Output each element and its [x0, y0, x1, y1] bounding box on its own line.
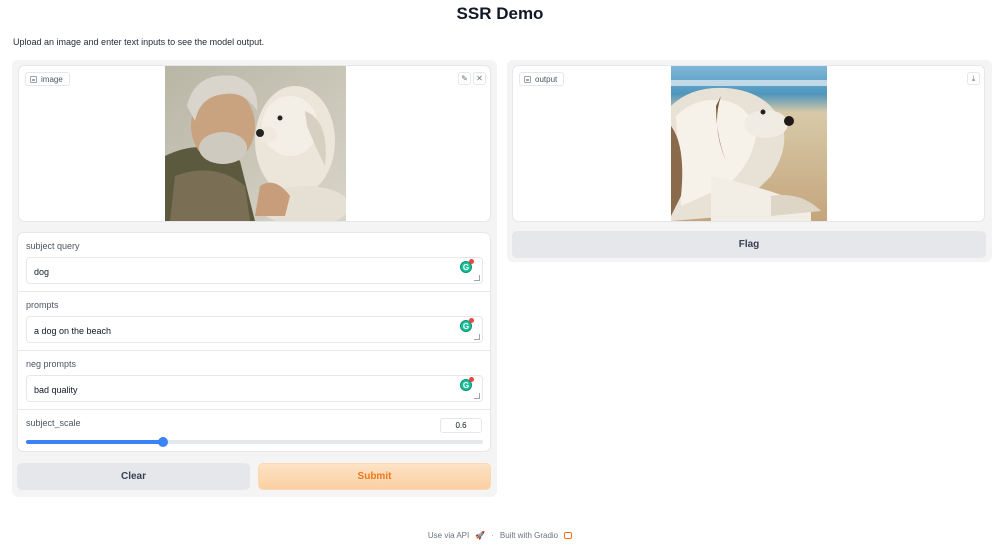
- prompts-value: a dog on the beach: [34, 326, 112, 336]
- input-image: [165, 66, 346, 221]
- subject-query-value: dog: [34, 267, 50, 277]
- subject-scale-slider-fill: [26, 440, 164, 444]
- image-icon: [524, 75, 531, 83]
- prompts-input[interactable]: a dog on the beach G: [26, 316, 483, 343]
- flag-button[interactable]: Flag: [512, 231, 986, 258]
- subject-query-label: subject query: [26, 241, 80, 251]
- grammarly-icon[interactable]: G: [460, 377, 474, 391]
- download-icon: ⤓: [971, 73, 976, 83]
- neg-prompts-value: bad quality: [34, 385, 78, 395]
- output-image-label-chip: output: [519, 72, 565, 86]
- footer: Use via API 🚀 · Built with Gradio: [0, 531, 1000, 540]
- neg-prompts-input[interactable]: bad quality G: [26, 375, 483, 402]
- resize-handle-icon[interactable]: [474, 334, 480, 340]
- subject-query-input[interactable]: dog G: [26, 257, 483, 284]
- rocket-icon: 🚀: [475, 531, 486, 540]
- image-icon: [30, 75, 37, 83]
- page-title: SSR Demo: [456, 4, 544, 23]
- subject-scale-label: subject_scale: [26, 418, 81, 428]
- use-via-api-link[interactable]: Use via API: [428, 531, 469, 540]
- grammarly-icon[interactable]: G: [460, 259, 474, 273]
- subject-scale-slider-thumb[interactable]: [158, 437, 169, 447]
- clear-button[interactable]: Clear: [17, 463, 250, 490]
- download-button[interactable]: ⤓: [967, 72, 980, 85]
- prompts-field: prompts a dog on the beach G: [18, 292, 490, 351]
- page-description: Upload an image and enter text inputs to…: [13, 37, 265, 47]
- subject-scale-field: subject_scale 0.6: [18, 410, 490, 452]
- subject-query-field: subject query dog G: [18, 233, 490, 292]
- clear-image-button[interactable]: ✕: [473, 72, 486, 85]
- input-image-panel[interactable]: image ✎ ✕: [18, 65, 491, 222]
- submit-button[interactable]: Submit: [258, 463, 491, 490]
- neg-prompts-label: neg prompts: [26, 359, 77, 369]
- gradio-logo-icon: [564, 532, 573, 539]
- resize-handle-icon[interactable]: [474, 393, 480, 399]
- neg-prompts-field: neg prompts bad quality G: [18, 351, 490, 410]
- built-with-gradio-link[interactable]: Built with Gradio: [500, 531, 558, 540]
- input-image-label: image: [41, 74, 63, 84]
- text-inputs-block: subject query dog G prompts a dog on the…: [17, 232, 491, 452]
- pencil-icon: ✎: [461, 74, 468, 83]
- input-image-label-chip: image: [25, 72, 70, 86]
- close-icon: ✕: [476, 74, 483, 83]
- output-image-label: output: [535, 74, 558, 84]
- grammarly-icon[interactable]: G: [460, 318, 474, 332]
- footer-separator: ·: [491, 531, 494, 540]
- output-image-panel: output ⤓: [512, 65, 985, 222]
- resize-handle-icon[interactable]: [474, 275, 480, 281]
- input-column: image ✎ ✕ subject query dog G prompts a …: [12, 60, 497, 497]
- output-column: output ⤓ Flag: [507, 60, 992, 262]
- prompts-label: prompts: [26, 300, 59, 310]
- output-image: [671, 66, 827, 221]
- subject-scale-number-input[interactable]: 0.6: [440, 418, 482, 433]
- edit-image-button[interactable]: ✎: [458, 72, 471, 85]
- subject-scale-slider-track[interactable]: [26, 440, 483, 444]
